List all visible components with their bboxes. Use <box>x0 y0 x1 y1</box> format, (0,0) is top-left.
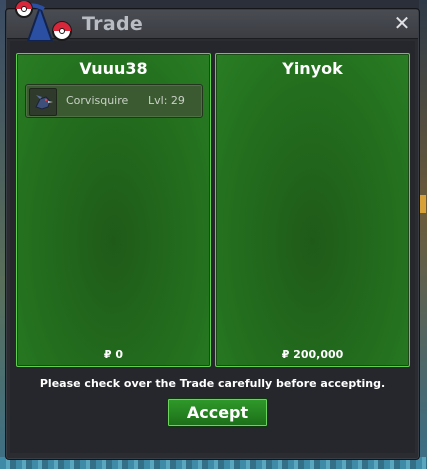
my-offer-panel: Vuuu38 Corvisquire Lvl: 29 ₽ 0 <box>16 53 211 367</box>
pokeball-logo-icon <box>15 1 72 42</box>
trade-content: Vuuu38 Corvisquire Lvl: 29 ₽ 0 Yinyok ₽ … <box>10 41 415 453</box>
pokemon-name: Corvisquire <box>66 94 129 107</box>
trade-window: Trade ✕ Vuuu38 Corvisquire Lvl: 29 ₽ 0 Y… <box>5 1 420 460</box>
close-button[interactable]: ✕ <box>392 12 412 34</box>
partner-offer-panel: Yinyok ₽ 200,000 <box>215 53 410 367</box>
window-title: Trade <box>82 13 144 35</box>
right-player-name: Yinyok <box>282 59 343 78</box>
corvisquire-sprite-icon <box>29 88 57 116</box>
close-icon: ✕ <box>393 11 411 35</box>
left-player-name: Vuuu38 <box>79 59 148 78</box>
trade-notice: Please check over the Trade carefully be… <box>39 377 386 390</box>
pokemon-level: Lvl: 29 <box>148 94 185 107</box>
left-money-amount: ₽ 0 <box>103 348 124 361</box>
offered-pokemon-item[interactable]: Corvisquire Lvl: 29 <box>25 84 203 118</box>
game-background-right <box>419 0 427 469</box>
right-money-amount: ₽ 200,000 <box>281 348 344 361</box>
accept-button[interactable]: Accept <box>167 398 268 427</box>
game-background-detail <box>420 195 426 213</box>
